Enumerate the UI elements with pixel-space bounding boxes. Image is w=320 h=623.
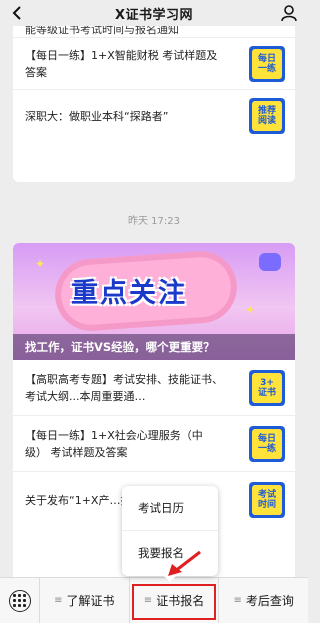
page-title: X证书学习网 (114, 7, 194, 23)
menu-list-icon: ≡ (233, 595, 242, 606)
profile-button[interactable] (278, 2, 300, 24)
banner-subtitle: 找工作，证书VS经验，哪个更重要？ (25, 340, 215, 354)
thumbnail-label: 每日 一练 (252, 49, 282, 79)
back-button[interactable] (6, 2, 28, 24)
article-thumbnail: 每日 一练 (249, 426, 285, 462)
tab-learn-certificates[interactable]: ≡ 了解证书 (40, 578, 129, 623)
keyboard-icon (8, 589, 31, 612)
list-item[interactable]: 深职大：做职业本科“探路者” 推荐 阅读 (13, 90, 295, 142)
sparkle-icon: ✦ (245, 303, 256, 317)
thumbnail-label: 每日 一练 (252, 429, 282, 459)
list-item[interactable]: 【高职高考专题】考试安排、技能证书、考试大纲...本周重要通… 3+ 证书 (13, 360, 295, 416)
list-item[interactable]: 【每日一练】1+X智能财税 考试样题及答案 每日 一练 (13, 38, 295, 90)
article-title: 【高职高考专题】考试安排、技能证书、考试大纲...本周重要通… (25, 372, 223, 403)
annotation-arrow-icon (168, 550, 201, 576)
chevron-left-icon (12, 6, 21, 20)
banner-headline: 重点关注 (71, 278, 187, 309)
article-thumbnail: 考试 时间 (249, 482, 285, 518)
bottom-menu-bar: ≡ 了解证书 ≡ 证书报名 ≡ 考后查询 (0, 577, 308, 623)
sparkle-icon: ✦ (35, 257, 46, 271)
menu-list-icon: ≡ (54, 595, 63, 606)
article-title: 深职大：做职业本科“探路者” (25, 109, 169, 123)
person-icon (281, 5, 297, 22)
article-thumbnail: 每日 一练 (249, 46, 285, 82)
menu-list-icon: ≡ (143, 595, 153, 606)
chat-bubble-decoration (259, 253, 281, 271)
thumbnail-label: 3+ 证书 (252, 373, 282, 403)
thumbnail-label: 推荐 阅读 (252, 101, 282, 131)
tab-certificate-registration[interactable]: ≡ 证书报名 (128, 577, 219, 623)
tab-label: 证书报名 (156, 594, 205, 608)
tab-post-exam-query[interactable]: ≡ 考后查询 (218, 577, 308, 623)
tab-label: 了解证书 (66, 594, 115, 608)
list-item[interactable]: 【每日一练】1+X社会心理服务（中级） 考试样题及答案 每日 一练 (13, 416, 295, 472)
tab-label: 考后查询 (245, 594, 294, 608)
article-thumbnail: 3+ 证书 (249, 370, 285, 406)
keyboard-toggle-button[interactable] (0, 577, 40, 623)
menu-item-exam-calendar[interactable]: 考试日历 (122, 486, 218, 530)
thumbnail-label: 考试 时间 (252, 485, 282, 515)
message-timestamp: 昨天 17:23 (128, 216, 180, 227)
article-title: 【每日一练】1+X社会心理服务（中级） 考试样题及答案 (25, 428, 203, 459)
article-title: 【每日一练】1+X智能财税 考试样题及答案 (25, 48, 218, 79)
cover-banner[interactable]: ✦ ✦ 重点关注 找工作，证书VS经验，哪个更重要？ (13, 243, 295, 360)
banner-caption-bar: 找工作，证书VS经验，哪个更重要？ (13, 334, 295, 360)
message-card-top: 能等级证书考试时间与报名通知 【每日一练】1+X智能财税 考试样题及答案 每日 … (13, 0, 295, 182)
top-bar: X证书学习网 (0, 0, 308, 26)
article-thumbnail: 推荐 阅读 (249, 98, 285, 134)
